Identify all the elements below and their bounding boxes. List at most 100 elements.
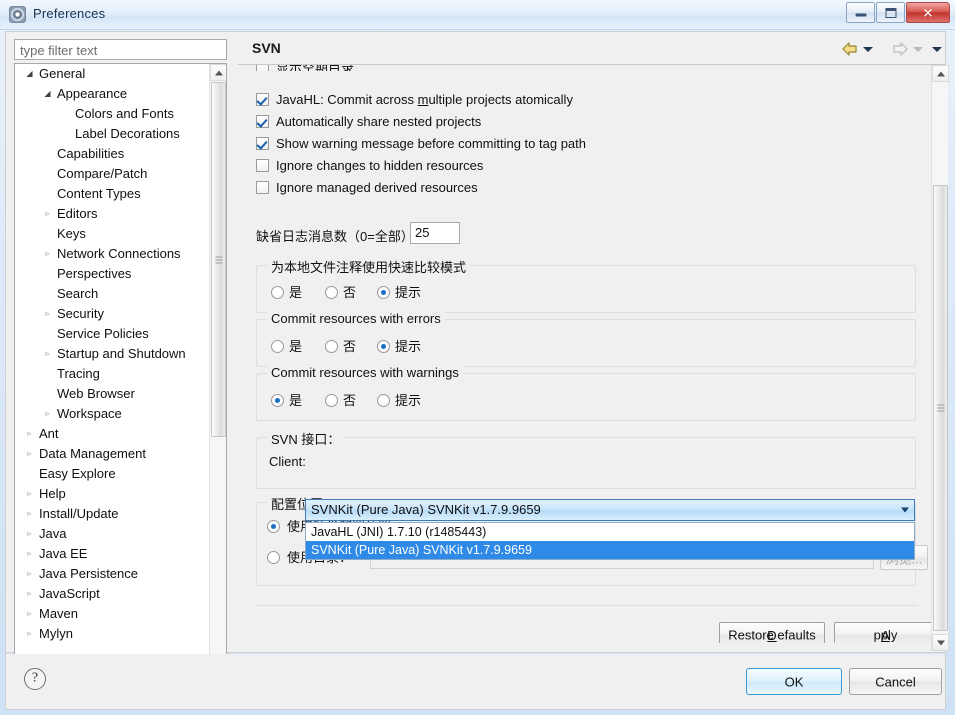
- radio-0-1[interactable]: [325, 286, 338, 299]
- sidebar-item-startup-and-shutdown[interactable]: ▹ Startup and Shutdown: [15, 344, 211, 364]
- sidebar-item-easy-explore[interactable]: Easy Explore: [15, 464, 211, 484]
- cancel-button[interactable]: Cancel: [849, 668, 942, 695]
- twisty-collapsed-icon[interactable]: ▹: [23, 564, 36, 584]
- page-scroll-thumb[interactable]: [933, 185, 948, 631]
- page-scrollbar[interactable]: [931, 65, 949, 651]
- page-scroll-up-button[interactable]: [932, 65, 949, 82]
- sidebar-item-install-update[interactable]: ▹ Install/Update: [15, 504, 211, 524]
- svn-client-dropdown-list[interactable]: JavaHL (JNI) 1.7.10 (r1485443) SVNKit (Pu…: [305, 522, 915, 560]
- sidebar-item-data-management[interactable]: ▹ Data Management: [15, 444, 211, 464]
- dropdown-option[interactable]: JavaHL (JNI) 1.7.10 (r1485443): [306, 523, 914, 541]
- checkbox-4[interactable]: [256, 159, 269, 172]
- sidebar-item-appearance[interactable]: ◢ Appearance: [15, 84, 211, 104]
- sidebar-item-java-ee[interactable]: ▹ Java EE: [15, 544, 211, 564]
- checkbox-row[interactable]: Ignore changes to hidden resources: [256, 157, 816, 177]
- radio-1-1[interactable]: [325, 340, 338, 353]
- sidebar-item-workspace[interactable]: ▹ Workspace: [15, 404, 211, 424]
- view-menu-caret[interactable]: [932, 47, 942, 52]
- ok-button[interactable]: OK: [746, 668, 842, 695]
- radio-1-0[interactable]: [271, 340, 284, 353]
- checkbox-5[interactable]: [256, 181, 269, 194]
- twisty-collapsed-icon[interactable]: ▹: [41, 344, 54, 364]
- twisty-collapsed-icon[interactable]: ▹: [23, 584, 36, 604]
- sidebar-item-help[interactable]: ▹ Help: [15, 484, 211, 504]
- twisty-collapsed-icon[interactable]: ▹: [23, 604, 36, 624]
- checkbox-label: Ignore managed derived resources: [276, 180, 478, 195]
- sidebar-item-keys[interactable]: Keys: [15, 224, 211, 244]
- checkbox-row[interactable]: Show warning message before committing t…: [256, 135, 816, 155]
- sidebar-item-label: Capabilities: [57, 146, 125, 161]
- checkbox-row[interactable]: Automatically share nested projects: [256, 113, 816, 133]
- sidebar-item-editors[interactable]: ▹ Editors: [15, 204, 211, 224]
- twisty-collapsed-icon[interactable]: ▹: [23, 504, 36, 524]
- sidebar-item-tracing[interactable]: Tracing: [15, 364, 211, 384]
- checkbox-row[interactable]: Ignore managed derived resources: [256, 179, 816, 199]
- checkbox-row[interactable]: 显示空期目录: [256, 65, 816, 71]
- maximize-button[interactable]: [876, 2, 905, 23]
- sidebar-item-search[interactable]: Search: [15, 284, 211, 304]
- twisty-collapsed-icon[interactable]: ▹: [41, 404, 54, 424]
- radio-2-2[interactable]: [377, 394, 390, 407]
- checkbox-2[interactable]: [256, 115, 269, 128]
- sidebar-item-java[interactable]: ▹ Java: [15, 524, 211, 544]
- sidebar-item-capabilities[interactable]: Capabilities: [15, 144, 211, 164]
- radio-use-default-config[interactable]: [267, 520, 280, 533]
- radio-2-1[interactable]: [325, 394, 338, 407]
- twisty-collapsed-icon[interactable]: ▹: [23, 444, 36, 464]
- radio-1-2[interactable]: [377, 340, 390, 353]
- apply-button[interactable]: Apply: [834, 622, 936, 643]
- sidebar-item-perspectives[interactable]: Perspectives: [15, 264, 211, 284]
- twisty-collapsed-icon[interactable]: ▹: [23, 624, 36, 644]
- checkbox-0[interactable]: [256, 65, 269, 71]
- twisty-collapsed-icon[interactable]: ▹: [41, 244, 54, 264]
- twisty-expanded-icon[interactable]: ◢: [23, 64, 36, 84]
- sidebar-item-colors-and-fonts[interactable]: Colors and Fonts: [15, 104, 211, 124]
- checkbox-label: Automatically share nested projects: [276, 114, 482, 129]
- filter-input[interactable]: type filter text: [14, 39, 227, 60]
- sidebar-item-content-types[interactable]: Content Types: [15, 184, 211, 204]
- sidebar-item-ant[interactable]: ▹ Ant: [15, 424, 211, 444]
- radio-2-0[interactable]: [271, 394, 284, 407]
- close-button[interactable]: ✕: [906, 2, 950, 23]
- checkbox-3[interactable]: [256, 137, 269, 150]
- sidebar-item-javascript[interactable]: ▹ JavaScript: [15, 584, 211, 604]
- sidebar-item-label: Keys: [57, 226, 86, 241]
- tree-scrollbar[interactable]: [209, 64, 226, 679]
- sidebar-item-compare-patch[interactable]: Compare/Patch: [15, 164, 211, 184]
- sidebar-item-network-connections[interactable]: ▹ Network Connections: [15, 244, 211, 264]
- radio-use-directory[interactable]: [267, 551, 280, 564]
- restore-defaults-button[interactable]: Restore Defaults: [719, 622, 825, 643]
- sidebar-item-security[interactable]: ▹ Security: [15, 304, 211, 324]
- help-icon[interactable]: ?: [24, 668, 46, 690]
- tree-scroll-thumb[interactable]: [211, 82, 226, 437]
- twisty-collapsed-icon[interactable]: ▹: [23, 524, 36, 544]
- checkbox-1[interactable]: [256, 93, 269, 106]
- radio-0-2[interactable]: [377, 286, 390, 299]
- back-arrow-icon[interactable]: [841, 41, 859, 57]
- twisty-collapsed-icon[interactable]: ▹: [23, 484, 36, 504]
- sidebar-item-general[interactable]: ◢ General: [15, 64, 211, 84]
- twisty-collapsed-icon[interactable]: ▹: [23, 544, 36, 564]
- dialog-footer: ? OK Cancel: [5, 654, 946, 710]
- preference-tree[interactable]: ◢ General ◢ Appearance Colors and Fonts Label…: [14, 63, 227, 680]
- dropdown-option[interactable]: SVNKit (Pure Java) SVNKit v1.7.9.9659: [306, 541, 914, 559]
- twisty-expanded-icon[interactable]: ◢: [41, 84, 54, 104]
- minimize-button[interactable]: [846, 2, 875, 23]
- sidebar-item-mylyn[interactable]: ▹ Mylyn: [15, 624, 211, 644]
- checkbox-row[interactable]: JavaHL: Commit across multiple projects …: [256, 91, 816, 111]
- sidebar-item-maven[interactable]: ▹ Maven: [15, 604, 211, 624]
- combo-dropdown-button[interactable]: [896, 500, 914, 520]
- twisty-collapsed-icon[interactable]: ▹: [41, 204, 54, 224]
- sidebar-item-service-policies[interactable]: Service Policies: [15, 324, 211, 344]
- sidebar-item-java-persistence[interactable]: ▹ Java Persistence: [15, 564, 211, 584]
- page-scroll-down-button[interactable]: [932, 634, 949, 651]
- default-log-messages-input[interactable]: 25: [410, 222, 460, 244]
- twisty-collapsed-icon[interactable]: ▹: [41, 304, 54, 324]
- tree-scroll-up-button[interactable]: [210, 64, 226, 81]
- back-dropdown-caret[interactable]: [863, 47, 873, 52]
- svn-client-combo[interactable]: SVNKit (Pure Java) SVNKit v1.7.9.9659: [305, 499, 915, 521]
- sidebar-item-web-browser[interactable]: Web Browser: [15, 384, 211, 404]
- radio-0-0[interactable]: [271, 286, 284, 299]
- sidebar-item-label-decorations[interactable]: Label Decorations: [15, 124, 211, 144]
- twisty-collapsed-icon[interactable]: ▹: [23, 424, 36, 444]
